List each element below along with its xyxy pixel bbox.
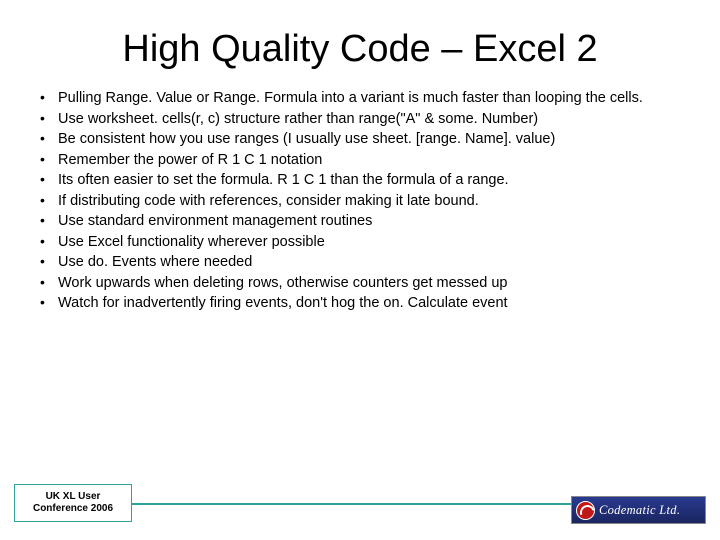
company-logo: Codematic Ltd. [571, 496, 706, 524]
logo-icon [576, 501, 595, 520]
slide-body: Pulling Range. Value or Range. Formula i… [0, 89, 720, 313]
bullet-item: Remember the power of R 1 C 1 notation [34, 151, 690, 170]
bullet-item: Be consistent how you use ranges (I usua… [34, 130, 690, 149]
slide-title: High Quality Code – Excel 2 [0, 0, 720, 89]
bullet-item: Use worksheet. cells(r, c) structure rat… [34, 110, 690, 129]
bullet-item: Use standard environment management rout… [34, 212, 690, 231]
bullet-item: Use do. Events where needed [34, 253, 690, 272]
bullet-list: Pulling Range. Value or Range. Formula i… [34, 89, 690, 313]
conference-line2: Conference 2006 [33, 503, 113, 515]
conference-badge: UK XL User Conference 2006 [14, 484, 132, 522]
bullet-item: Work upwards when deleting rows, otherwi… [34, 274, 690, 293]
bullet-item: Watch for inadvertently firing events, d… [34, 294, 690, 313]
bullet-item: If distributing code with references, co… [34, 192, 690, 211]
bullet-item: Pulling Range. Value or Range. Formula i… [34, 89, 690, 108]
bullet-item: Its often easier to set the formula. R 1… [34, 171, 690, 190]
bullet-item: Use Excel functionality wherever possibl… [34, 233, 690, 252]
logo-text: Codematic Ltd. [599, 503, 680, 518]
conference-line1: UK XL User [46, 491, 101, 503]
